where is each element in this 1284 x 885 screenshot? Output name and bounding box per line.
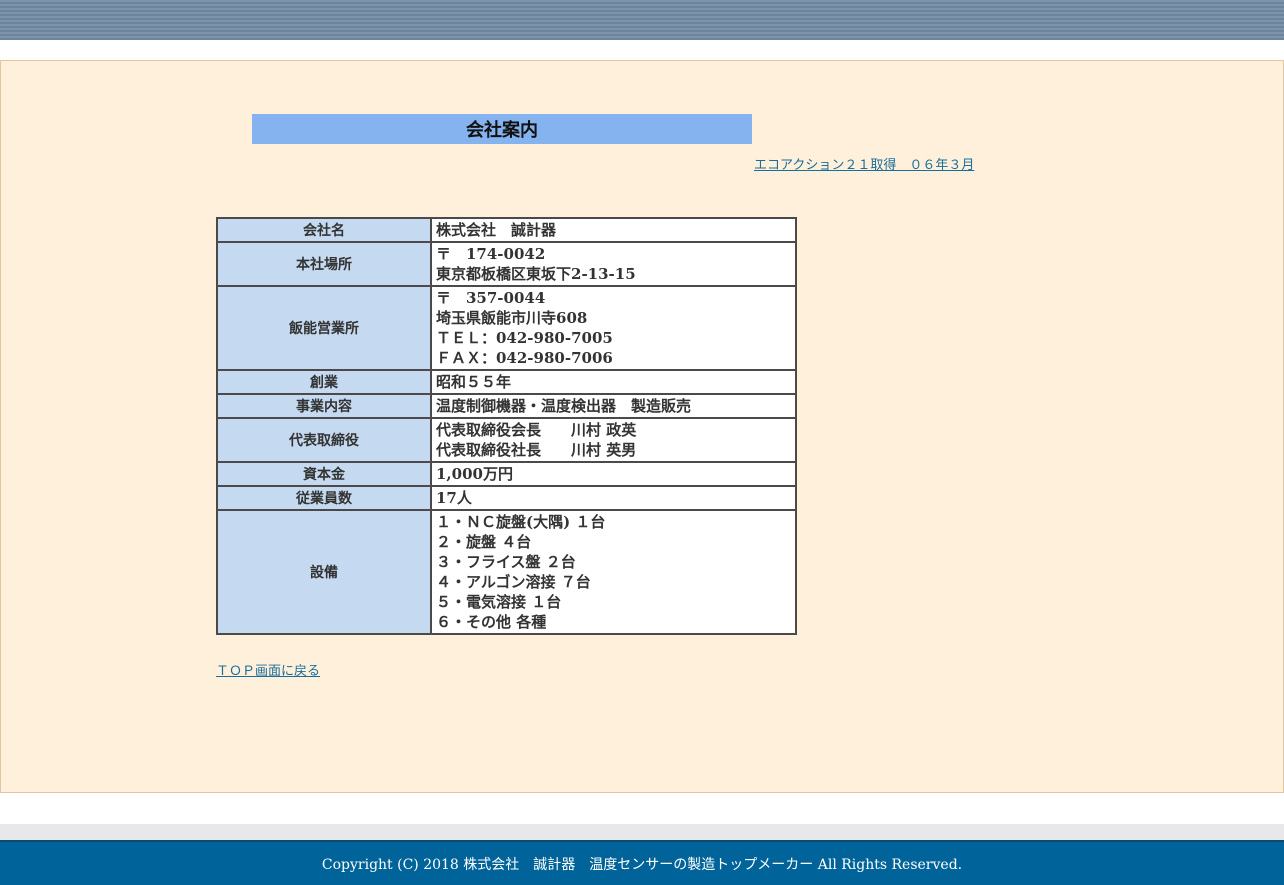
value-line: ＦＡＸ：042-980-7006: [436, 349, 613, 367]
back-to-top-link[interactable]: ＴＯＰ画面に戻る: [216, 660, 320, 679]
footer-separator: [0, 824, 1284, 840]
table-row: 事業内容 温度制御機器・温度検出器 製造販売: [216, 393, 797, 419]
value-line: 〒 357-0044: [436, 289, 546, 307]
copyright-text: Copyright (C) 2018 株式会社 誠計器 温度センサーの製造トップ…: [321, 856, 963, 873]
row-label-founded: 創業: [216, 369, 432, 395]
row-value-representative: 代表取締役会長 川村 政英 代表取締役社長 川村 英男: [430, 417, 797, 463]
row-label-hanno-office: 飯能営業所: [216, 285, 432, 371]
value-line: ３・フライス盤 ２台: [436, 553, 576, 571]
value-line: 温度制御機器・温度検出器 製造販売: [436, 397, 692, 415]
value-line: 17人: [436, 489, 472, 507]
row-label-employees: 従業員数: [216, 485, 432, 511]
row-label-business: 事業内容: [216, 393, 432, 419]
row-value-business: 温度制御機器・温度検出器 製造販売: [430, 393, 797, 419]
row-value-head-office: 〒 174-0042 東京都板橋区東坂下2-13-15: [430, 241, 797, 287]
row-value-founded: 昭和５５年: [430, 369, 797, 395]
row-label-head-office: 本社場所: [216, 241, 432, 287]
eco-action-link[interactable]: エコアクション２１取得 ０６年３月: [754, 154, 974, 173]
value-line: 株式会社 誠計器: [436, 221, 557, 239]
row-value-company-name: 株式会社 誠計器: [430, 217, 797, 243]
row-label-capital: 資本金: [216, 461, 432, 487]
table-row: 設備 １・ＮＣ旋盤(大隅) １台 ２・旋盤 ４台 ３・フライス盤 ２台 ４・アル…: [216, 509, 797, 635]
table-row: 創業 昭和５５年: [216, 369, 797, 395]
table-row: 従業員数 17人: [216, 485, 797, 511]
table-row: 飯能営業所 〒 357-0044 埼玉県飯能市川寺608 ＴＥＬ：042-980…: [216, 285, 797, 371]
row-label-representative: 代表取締役: [216, 417, 432, 463]
row-value-employees: 17人: [430, 485, 797, 511]
value-line: 〒 174-0042: [436, 245, 546, 263]
value-line: 代表取締役会長 川村 政英: [436, 421, 637, 439]
row-value-hanno-office: 〒 357-0044 埼玉県飯能市川寺608 ＴＥＬ：042-980-7005 …: [430, 285, 797, 371]
value-line: ＴＥＬ：042-980-7005: [436, 329, 613, 347]
table-row: 代表取締役 代表取締役会長 川村 政英 代表取締役社長 川村 英男: [216, 417, 797, 463]
table-row: 資本金 1,000万円: [216, 461, 797, 487]
page-title: 会社案内: [252, 114, 752, 144]
header-band: [0, 0, 1284, 40]
table-row: 本社場所 〒 174-0042 東京都板橋区東坂下2-13-15: [216, 241, 797, 287]
row-value-capital: 1,000万円: [430, 461, 797, 487]
value-line: ２・旋盤 ４台: [436, 533, 532, 551]
footer: Copyright (C) 2018 株式会社 誠計器 温度センサーの製造トップ…: [0, 840, 1284, 885]
table-row: 会社名 株式会社 誠計器: [216, 217, 797, 243]
value-line: １・ＮＣ旋盤(大隅) １台: [436, 513, 606, 531]
value-line: ６・その他 各種: [436, 613, 547, 631]
value-line: 埼玉県飯能市川寺608: [436, 309, 588, 327]
row-label-equipment: 設備: [216, 509, 432, 635]
value-line: 昭和５５年: [436, 373, 512, 391]
value-line: 1,000万円: [436, 465, 513, 483]
value-line: 東京都板橋区東坂下2-13-15: [436, 265, 636, 283]
row-value-equipment: １・ＮＣ旋盤(大隅) １台 ２・旋盤 ４台 ３・フライス盤 ２台 ４・アルゴン溶…: [430, 509, 797, 635]
row-label-company-name: 会社名: [216, 217, 432, 243]
company-info-table: 会社名 株式会社 誠計器 本社場所 〒 174-0042 東京都板橋区東坂下2-…: [216, 217, 797, 635]
value-line: ５・電気溶接 １台: [436, 593, 562, 611]
value-line: 代表取締役社長 川村 英男: [436, 441, 637, 459]
value-line: ４・アルゴン溶接 ７台: [436, 573, 591, 591]
